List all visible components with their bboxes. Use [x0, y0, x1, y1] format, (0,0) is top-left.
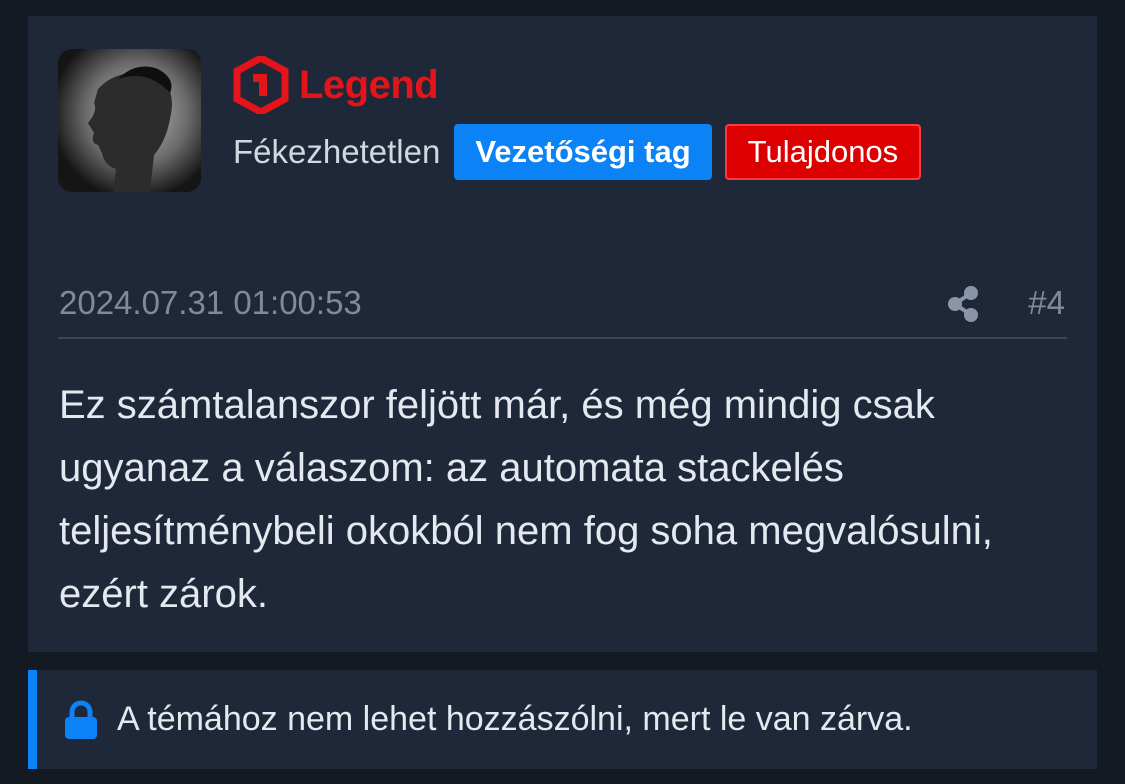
locked-notice-text: A témához nem lehet hozzászólni, mert le…: [117, 700, 913, 738]
badge-owner: Tulajdonos: [724, 124, 922, 180]
post-card: Legend Fékezhetetlen Vezetőségi tag Tula…: [28, 16, 1097, 652]
lock-icon-wrapper: [63, 700, 99, 740]
share-button[interactable]: [943, 284, 983, 324]
author-meta: Fékezhetetlen Vezetőségi tag Tulajdonos: [233, 124, 934, 180]
legend-logo-icon: [233, 56, 289, 114]
badge-staff: Vezetőségi tag: [454, 124, 712, 180]
post-timestamp: 2024.07.31 01:00:53: [59, 284, 362, 321]
locked-notice: A témához nem lehet hozzászólni, mert le…: [28, 670, 1097, 769]
lock-icon: [65, 700, 97, 739]
post-number-link[interactable]: #4: [1028, 284, 1065, 322]
avatar-image: [58, 49, 201, 192]
post-divider: [58, 337, 1067, 339]
post-body: Ez számtalanszor feljött már, és még min…: [59, 383, 993, 616]
author-rank: Legend: [233, 56, 439, 114]
share-icon: [948, 286, 978, 322]
rank-label: Legend: [299, 62, 439, 107]
author-username[interactable]: Fékezhetetlen: [233, 133, 440, 171]
author-avatar[interactable]: [58, 49, 201, 192]
